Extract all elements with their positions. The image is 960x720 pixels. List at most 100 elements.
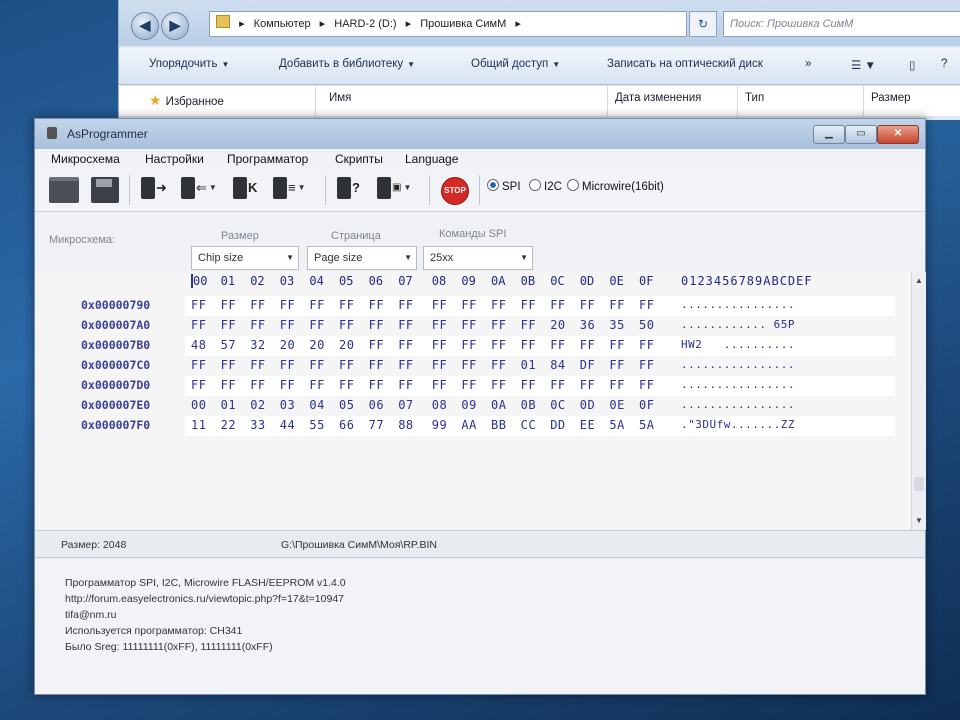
hex-byte[interactable]: FF	[491, 378, 506, 392]
scroll-thumb[interactable]	[914, 477, 924, 491]
hex-byte[interactable]: FF	[369, 298, 384, 312]
column-type[interactable]: Тип	[745, 92, 764, 104]
hex-byte[interactable]: 35	[609, 318, 624, 332]
hex-byte[interactable]: FF	[221, 318, 236, 332]
hex-byte[interactable]: 22	[221, 418, 236, 432]
hex-byte[interactable]: FF	[250, 378, 265, 392]
hex-byte[interactable]: 0A	[491, 398, 506, 412]
hex-byte[interactable]: 05	[339, 398, 354, 412]
chip-info-icon[interactable]: ▣ ▼	[377, 177, 411, 201]
hex-byte[interactable]: FF	[521, 378, 536, 392]
hex-byte[interactable]: FF	[521, 338, 536, 352]
hex-byte[interactable]: FF	[369, 318, 384, 332]
hex-byte[interactable]: 55	[309, 418, 324, 432]
hex-row-ascii[interactable]: ............ 65P	[681, 318, 795, 331]
hex-byte[interactable]: FF	[309, 378, 324, 392]
forward-icon[interactable]: ▶	[161, 12, 189, 40]
hex-row-ascii[interactable]: ."3DUfw.......ZZ	[681, 418, 795, 431]
write-chip-icon[interactable]: ⇐ ▼	[181, 177, 217, 201]
help-icon[interactable]: ?	[941, 58, 947, 70]
hex-byte[interactable]: 32	[250, 338, 265, 352]
hex-byte[interactable]: FF	[191, 358, 206, 372]
hex-byte[interactable]: 36	[580, 318, 595, 332]
hex-byte[interactable]: 0B	[521, 398, 536, 412]
hex-byte[interactable]: 0D	[580, 398, 595, 412]
hex-byte[interactable]: FF	[580, 338, 595, 352]
hex-byte[interactable]: 99	[432, 418, 447, 432]
hex-byte[interactable]: FF	[221, 378, 236, 392]
erase-chip-icon[interactable]: K	[233, 177, 257, 201]
chip-id-icon[interactable]: ?	[337, 177, 360, 201]
hex-byte[interactable]: FF	[280, 318, 295, 332]
hex-byte[interactable]: FF	[250, 358, 265, 372]
hex-byte[interactable]: 00	[191, 398, 206, 412]
hex-byte[interactable]: FF	[432, 318, 447, 332]
close-icon[interactable]: ✕	[877, 125, 919, 144]
hex-byte[interactable]: FF	[491, 298, 506, 312]
hex-byte[interactable]: FF	[491, 338, 506, 352]
scroll-down-icon[interactable]: ▼	[914, 516, 924, 526]
hex-byte[interactable]: BB	[491, 418, 506, 432]
burn-disc-button[interactable]: Записать на оптический диск	[607, 58, 763, 70]
column-name[interactable]: Имя	[329, 92, 351, 104]
hex-byte[interactable]: FF	[221, 358, 236, 372]
hex-byte[interactable]: 01	[221, 398, 236, 412]
menu-language[interactable]: Language	[405, 152, 458, 166]
hex-byte[interactable]: 20	[309, 338, 324, 352]
hex-byte[interactable]: 06	[369, 398, 384, 412]
menu-scripts[interactable]: Скрипты	[335, 152, 383, 166]
hex-row-ascii[interactable]: ................	[681, 398, 795, 411]
hex-byte[interactable]: 01	[521, 358, 536, 372]
hex-byte[interactable]: 66	[339, 418, 354, 432]
hex-byte[interactable]: DD	[550, 418, 565, 432]
hex-row-ascii[interactable]: ................	[681, 378, 795, 391]
save-file-icon[interactable]	[91, 177, 119, 203]
hex-byte[interactable]: 07	[398, 398, 413, 412]
hex-byte[interactable]: FF	[398, 338, 413, 352]
chevron-down-icon[interactable]: ▼	[209, 183, 217, 192]
hex-byte[interactable]: FF	[191, 298, 206, 312]
hex-byte[interactable]: 44	[280, 418, 295, 432]
hex-byte[interactable]: 33	[250, 418, 265, 432]
hex-byte[interactable]: FF	[398, 358, 413, 372]
hex-byte[interactable]: FF	[369, 378, 384, 392]
hex-byte[interactable]: FF	[461, 338, 476, 352]
refresh-icon[interactable]: ↻	[689, 11, 717, 37]
hex-byte[interactable]: AA	[461, 418, 476, 432]
hex-byte[interactable]: 77	[369, 418, 384, 432]
hex-byte[interactable]: FF	[639, 378, 654, 392]
minimize-icon[interactable]: ▁	[813, 125, 845, 144]
hex-byte[interactable]: 57	[221, 338, 236, 352]
hex-byte[interactable]: 5A	[639, 418, 654, 432]
verify-chip-icon[interactable]: ≡ ▼	[273, 177, 306, 201]
hex-byte[interactable]: FF	[550, 338, 565, 352]
hex-byte[interactable]: FF	[521, 318, 536, 332]
preview-pane-icon[interactable]: ▯	[909, 58, 915, 72]
hex-byte[interactable]: 48	[191, 338, 206, 352]
hex-byte[interactable]: FF	[432, 338, 447, 352]
hex-byte[interactable]: 20	[280, 338, 295, 352]
hex-byte[interactable]: FF	[432, 378, 447, 392]
hex-byte[interactable]: FF	[339, 298, 354, 312]
hex-byte[interactable]: FF	[491, 318, 506, 332]
hex-byte[interactable]: FF	[491, 358, 506, 372]
hex-byte[interactable]: 08	[432, 398, 447, 412]
hex-row-ascii[interactable]: ................	[681, 358, 795, 371]
read-chip-icon[interactable]: ➜	[141, 177, 167, 201]
hex-byte[interactable]: 5A	[609, 418, 624, 432]
hex-byte[interactable]: 0E	[609, 398, 624, 412]
breadcrumb-drive[interactable]: HARD-2 (D:)	[334, 18, 396, 30]
hex-byte[interactable]: FF	[309, 298, 324, 312]
radio-i2c[interactable]: I2C	[529, 179, 562, 193]
radio-spi[interactable]: SPI	[487, 179, 521, 193]
menu-chip[interactable]: Микросхема	[51, 152, 120, 166]
hex-byte[interactable]: 02	[250, 398, 265, 412]
hex-byte[interactable]: FF	[609, 358, 624, 372]
hex-byte[interactable]: FF	[609, 298, 624, 312]
hex-byte[interactable]: 0F	[639, 398, 654, 412]
hex-byte[interactable]: 50	[639, 318, 654, 332]
hex-byte[interactable]: FF	[309, 358, 324, 372]
view-icon[interactable]: ☰ ▼	[851, 58, 876, 72]
hex-byte[interactable]: FF	[550, 378, 565, 392]
hex-byte[interactable]: FF	[339, 318, 354, 332]
